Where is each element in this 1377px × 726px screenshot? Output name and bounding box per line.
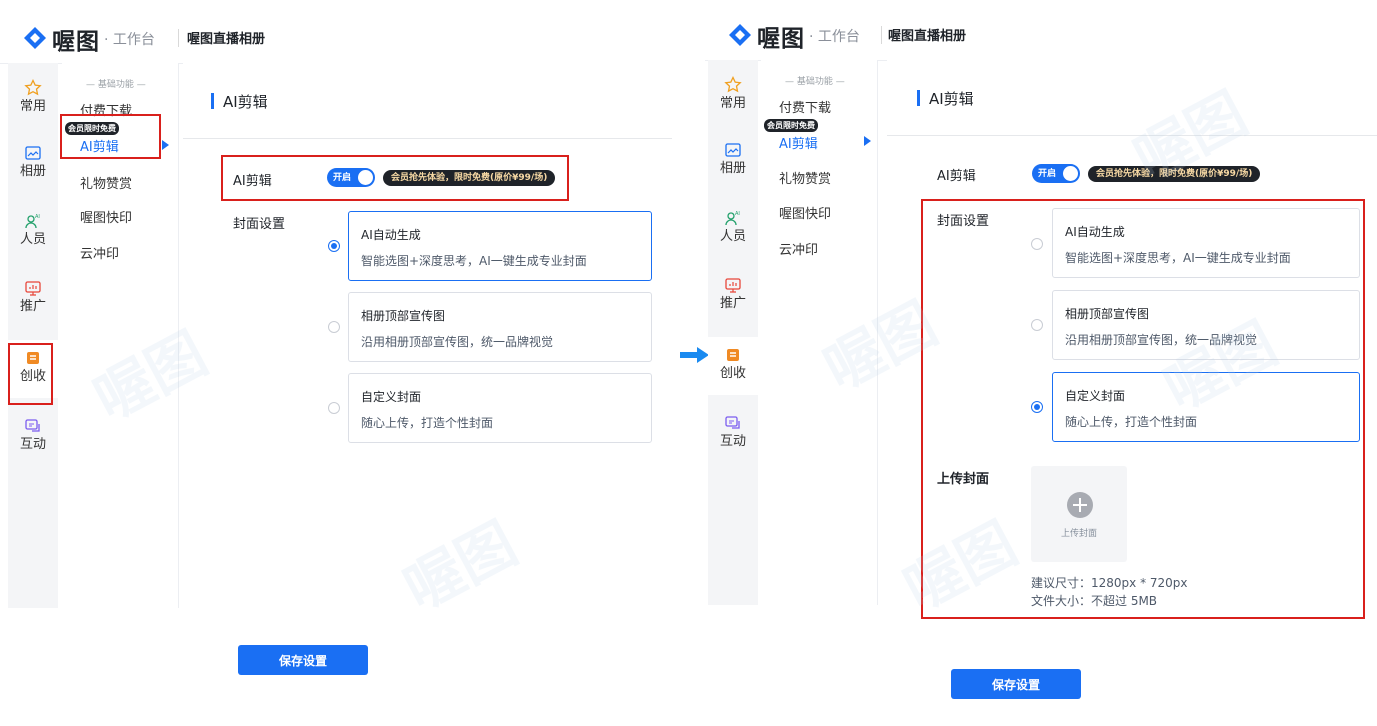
sub-nav-item-ai-edit[interactable]: AI剪辑 <box>80 136 119 155</box>
active-caret-icon <box>864 136 871 146</box>
cover-option-ai-radio[interactable] <box>328 240 340 252</box>
before-panel: 喔图 · 工作台 喔图直播相册 常用 相册 AI 人员 推广 创收 互动 — 基… <box>0 0 672 726</box>
nav-item-promote[interactable]: 推广 <box>8 270 58 328</box>
header-divider <box>178 29 179 47</box>
sub-nav: — 基础功能 — 付费下载 会员限时免费 AI剪辑 礼物赞赏 喔图快印 云冲印 <box>761 60 878 605</box>
people-ai-icon: AI <box>25 214 40 229</box>
nav-item-album[interactable]: 相册 <box>8 135 58 193</box>
nav-item-interact[interactable]: 互动 <box>708 405 758 463</box>
people-ai-icon: AI <box>725 211 740 226</box>
sub-nav-section-header: — 基础功能 — <box>86 80 146 90</box>
cover-settings-label: 封面设置 <box>233 217 286 232</box>
nav-item-promote[interactable]: 推广 <box>708 267 758 325</box>
vip-free-badge: 会员限时免费 <box>764 119 818 132</box>
promote-icon <box>25 281 41 296</box>
left-nav: 常用 相册 AI 人员 推广 创收 互动 <box>8 63 58 608</box>
star-icon <box>24 79 42 96</box>
top-bar: 喔图 · 工作台 喔图直播相册 <box>0 13 672 64</box>
cover-option-custom-card[interactable]: 自定义封面 随心上传，打造个性封面 <box>1052 372 1360 442</box>
svg-text:AI: AI <box>35 214 40 220</box>
cover-option-custom-radio[interactable] <box>328 402 340 414</box>
active-caret-icon <box>162 140 169 150</box>
left-nav: 常用 相册 AI 人员 推广 创收 互动 <box>708 60 758 605</box>
cover-option-ai-radio[interactable] <box>1031 238 1043 250</box>
plus-icon <box>1067 492 1093 518</box>
main-header: AI剪辑 <box>183 63 672 139</box>
album-icon <box>25 146 41 160</box>
svg-text:AI: AI <box>735 211 740 217</box>
nav-item-people[interactable]: AI 人员 <box>708 200 758 258</box>
sub-nav-section-header: — 基础功能 — <box>785 77 845 87</box>
logo-icon <box>24 27 46 49</box>
upload-cover-box[interactable]: 上传封面 <box>1031 466 1127 562</box>
nav-item-common[interactable]: 常用 <box>708 67 758 125</box>
top-bar: 喔图 · 工作台 喔图直播相册 <box>705 10 1377 61</box>
page-title: AI剪辑 <box>929 90 974 108</box>
save-settings-button[interactable]: 保存设置 <box>951 669 1081 699</box>
sub-nav-item-paid-download[interactable]: 付费下载 <box>779 97 831 116</box>
main-content: AI剪辑 AI剪辑 开启 会员抢先体验，限时免费(原价¥99/场) 封面设置 A… <box>887 60 1377 640</box>
footer-bar: 保存设置 <box>879 655 1377 715</box>
promote-icon <box>725 278 741 293</box>
sub-nav-item-quick-print[interactable]: 喔图快印 <box>779 203 831 222</box>
page-title: AI剪辑 <box>223 93 268 111</box>
cover-settings-label: 封面设置 <box>937 214 990 229</box>
promo-badge: 会员抢先体验，限时免费(原价¥99/场) <box>383 170 556 186</box>
vip-free-badge: 会员限时免费 <box>65 122 119 135</box>
sub-nav-item-cloud-print[interactable]: 云冲印 <box>80 243 119 262</box>
promo-badge: 会员抢先体验，限时免费(原价¥99/场) <box>1088 166 1261 182</box>
sub-nav-item-paid-download[interactable]: 付费下载 <box>80 100 132 119</box>
sub-nav-item-ai-edit[interactable]: AI剪辑 <box>779 133 818 152</box>
save-settings-button[interactable]: 保存设置 <box>238 645 368 675</box>
album-icon <box>725 143 741 157</box>
sub-nav-item-cloud-print[interactable]: 云冲印 <box>779 239 818 258</box>
cover-option-ai-card[interactable]: AI自动生成 智能选图+深度思考，AI一键生成专业封面 <box>1052 208 1360 278</box>
cover-option-custom-radio[interactable] <box>1031 401 1043 413</box>
file-size-hint: 文件大小：不超过 5MB <box>1031 594 1158 608</box>
header-divider <box>881 26 882 44</box>
nav-item-album[interactable]: 相册 <box>708 132 758 190</box>
star-icon <box>724 76 742 93</box>
ai-edit-toggle[interactable]: 开启 <box>1032 164 1080 183</box>
sub-nav: — 基础功能 — 付费下载 会员限时免费 AI剪辑 礼物赞赏 喔图快印 云冲印 <box>62 63 179 608</box>
main-header: AI剪辑 <box>887 60 1377 136</box>
main-content: AI剪辑 AI剪辑 开启 会员抢先体验，限时免费(原价¥99/场) 封面设置 A… <box>183 63 672 608</box>
title-accent-bar <box>211 93 214 109</box>
cover-option-banner-card[interactable]: 相册顶部宣传图 沿用相册顶部宣传图，统一品牌视觉 <box>348 292 652 362</box>
ai-edit-label: AI剪辑 <box>937 169 976 184</box>
cover-option-banner-radio[interactable] <box>1031 319 1043 331</box>
cover-option-ai-card[interactable]: AI自动生成 智能选图+深度思考，AI一键生成专业封面 <box>348 211 652 281</box>
logo-icon <box>729 24 751 46</box>
nav-item-people[interactable]: AI 人员 <box>8 203 58 261</box>
interact-icon <box>25 419 40 432</box>
revenue-icon <box>27 352 39 364</box>
cover-option-custom-card[interactable]: 自定义封面 随心上传，打造个性封面 <box>348 373 652 443</box>
ai-edit-toggle[interactable]: 开启 <box>327 168 375 187</box>
footer-bar: 保存设置 <box>168 628 618 708</box>
nav-item-interact[interactable]: 互动 <box>8 408 58 466</box>
upload-cover-label: 上传封面 <box>937 472 990 487</box>
workspace-label: · 工作台 <box>809 29 860 45</box>
size-hint: 建议尺寸：1280px * 720px <box>1031 576 1188 590</box>
album-title[interactable]: 喔图直播相册 <box>888 25 966 44</box>
title-accent-bar <box>917 90 920 106</box>
brand-name: 喔图 <box>757 26 805 52</box>
nav-item-revenue[interactable]: 创收 <box>708 337 758 395</box>
nav-item-common[interactable]: 常用 <box>8 70 58 128</box>
nav-item-revenue[interactable]: 创收 <box>8 340 58 398</box>
ai-edit-label: AI剪辑 <box>233 174 272 189</box>
interact-icon <box>725 416 740 429</box>
after-panel: 喔图 · 工作台 喔图直播相册 常用 相册 AI 人员 推广 创收 互动 — 基… <box>705 0 1377 726</box>
brand-name: 喔图 <box>52 29 100 55</box>
cover-option-banner-radio[interactable] <box>328 321 340 333</box>
album-title[interactable]: 喔图直播相册 <box>187 28 265 47</box>
sub-nav-item-gift[interactable]: 礼物赞赏 <box>779 168 831 187</box>
sub-nav-item-gift[interactable]: 礼物赞赏 <box>80 173 132 192</box>
revenue-icon <box>727 349 739 361</box>
sub-nav-item-quick-print[interactable]: 喔图快印 <box>80 207 132 226</box>
cover-option-banner-card[interactable]: 相册顶部宣传图 沿用相册顶部宣传图，统一品牌视觉 <box>1052 290 1360 360</box>
workspace-label: · 工作台 <box>104 32 155 48</box>
